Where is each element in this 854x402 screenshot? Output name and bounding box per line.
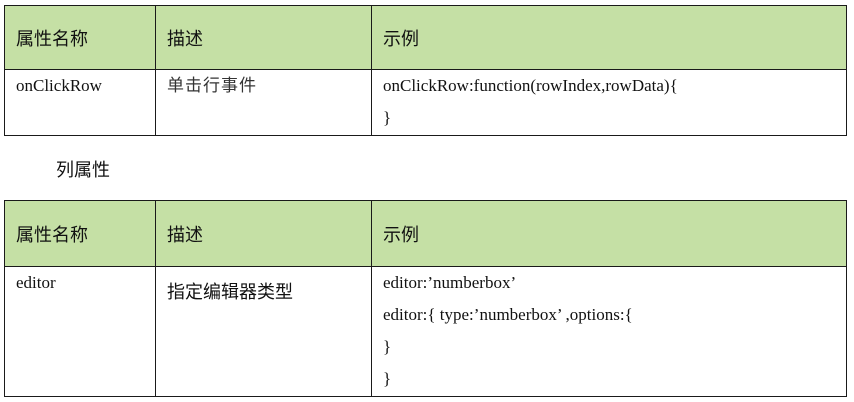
- cell-example: onClickRow:function(rowIndex,rowData){ }: [371, 69, 847, 136]
- header-description: 描述: [155, 200, 372, 267]
- header-example: 示例: [371, 5, 847, 70]
- header-attribute-name: 属性名称: [4, 200, 156, 267]
- table-row: onClickRow 单击行事件 onClickRow:function(row…: [4, 69, 847, 136]
- example-line: editor:{ type:’numberbox’ ,options:{: [383, 305, 633, 324]
- table-row: editor 指定编辑器类型 editor:’numberbox’ editor…: [4, 266, 847, 397]
- column-properties-table: 属性名称 描述 示例 editor 指定编辑器类型 editor:’number…: [4, 200, 847, 397]
- cell-attribute-name: editor: [4, 266, 156, 397]
- example-line: }: [383, 108, 392, 127]
- section-title: 列属性: [56, 160, 110, 181]
- events-table: 属性名称 描述 示例 onClickRow 单击行事件 onClickRow:f…: [4, 5, 847, 136]
- cell-description: 指定编辑器类型: [155, 266, 372, 397]
- cell-attribute-name: onClickRow: [4, 69, 156, 136]
- example-line: editor:’numberbox’: [383, 273, 517, 292]
- header-attribute-name: 属性名称: [4, 5, 156, 70]
- example-line: }: [383, 369, 392, 388]
- header-description: 描述: [155, 5, 372, 70]
- cell-description: 单击行事件: [155, 69, 372, 136]
- table-header-row: 属性名称 描述 示例: [4, 200, 847, 267]
- cell-example: editor:’numberbox’ editor:{ type:’number…: [371, 266, 847, 397]
- example-line: }: [383, 337, 392, 356]
- example-line: onClickRow:function(rowIndex,rowData){: [383, 76, 678, 95]
- header-example: 示例: [371, 200, 847, 267]
- table-header-row: 属性名称 描述 示例: [4, 5, 847, 70]
